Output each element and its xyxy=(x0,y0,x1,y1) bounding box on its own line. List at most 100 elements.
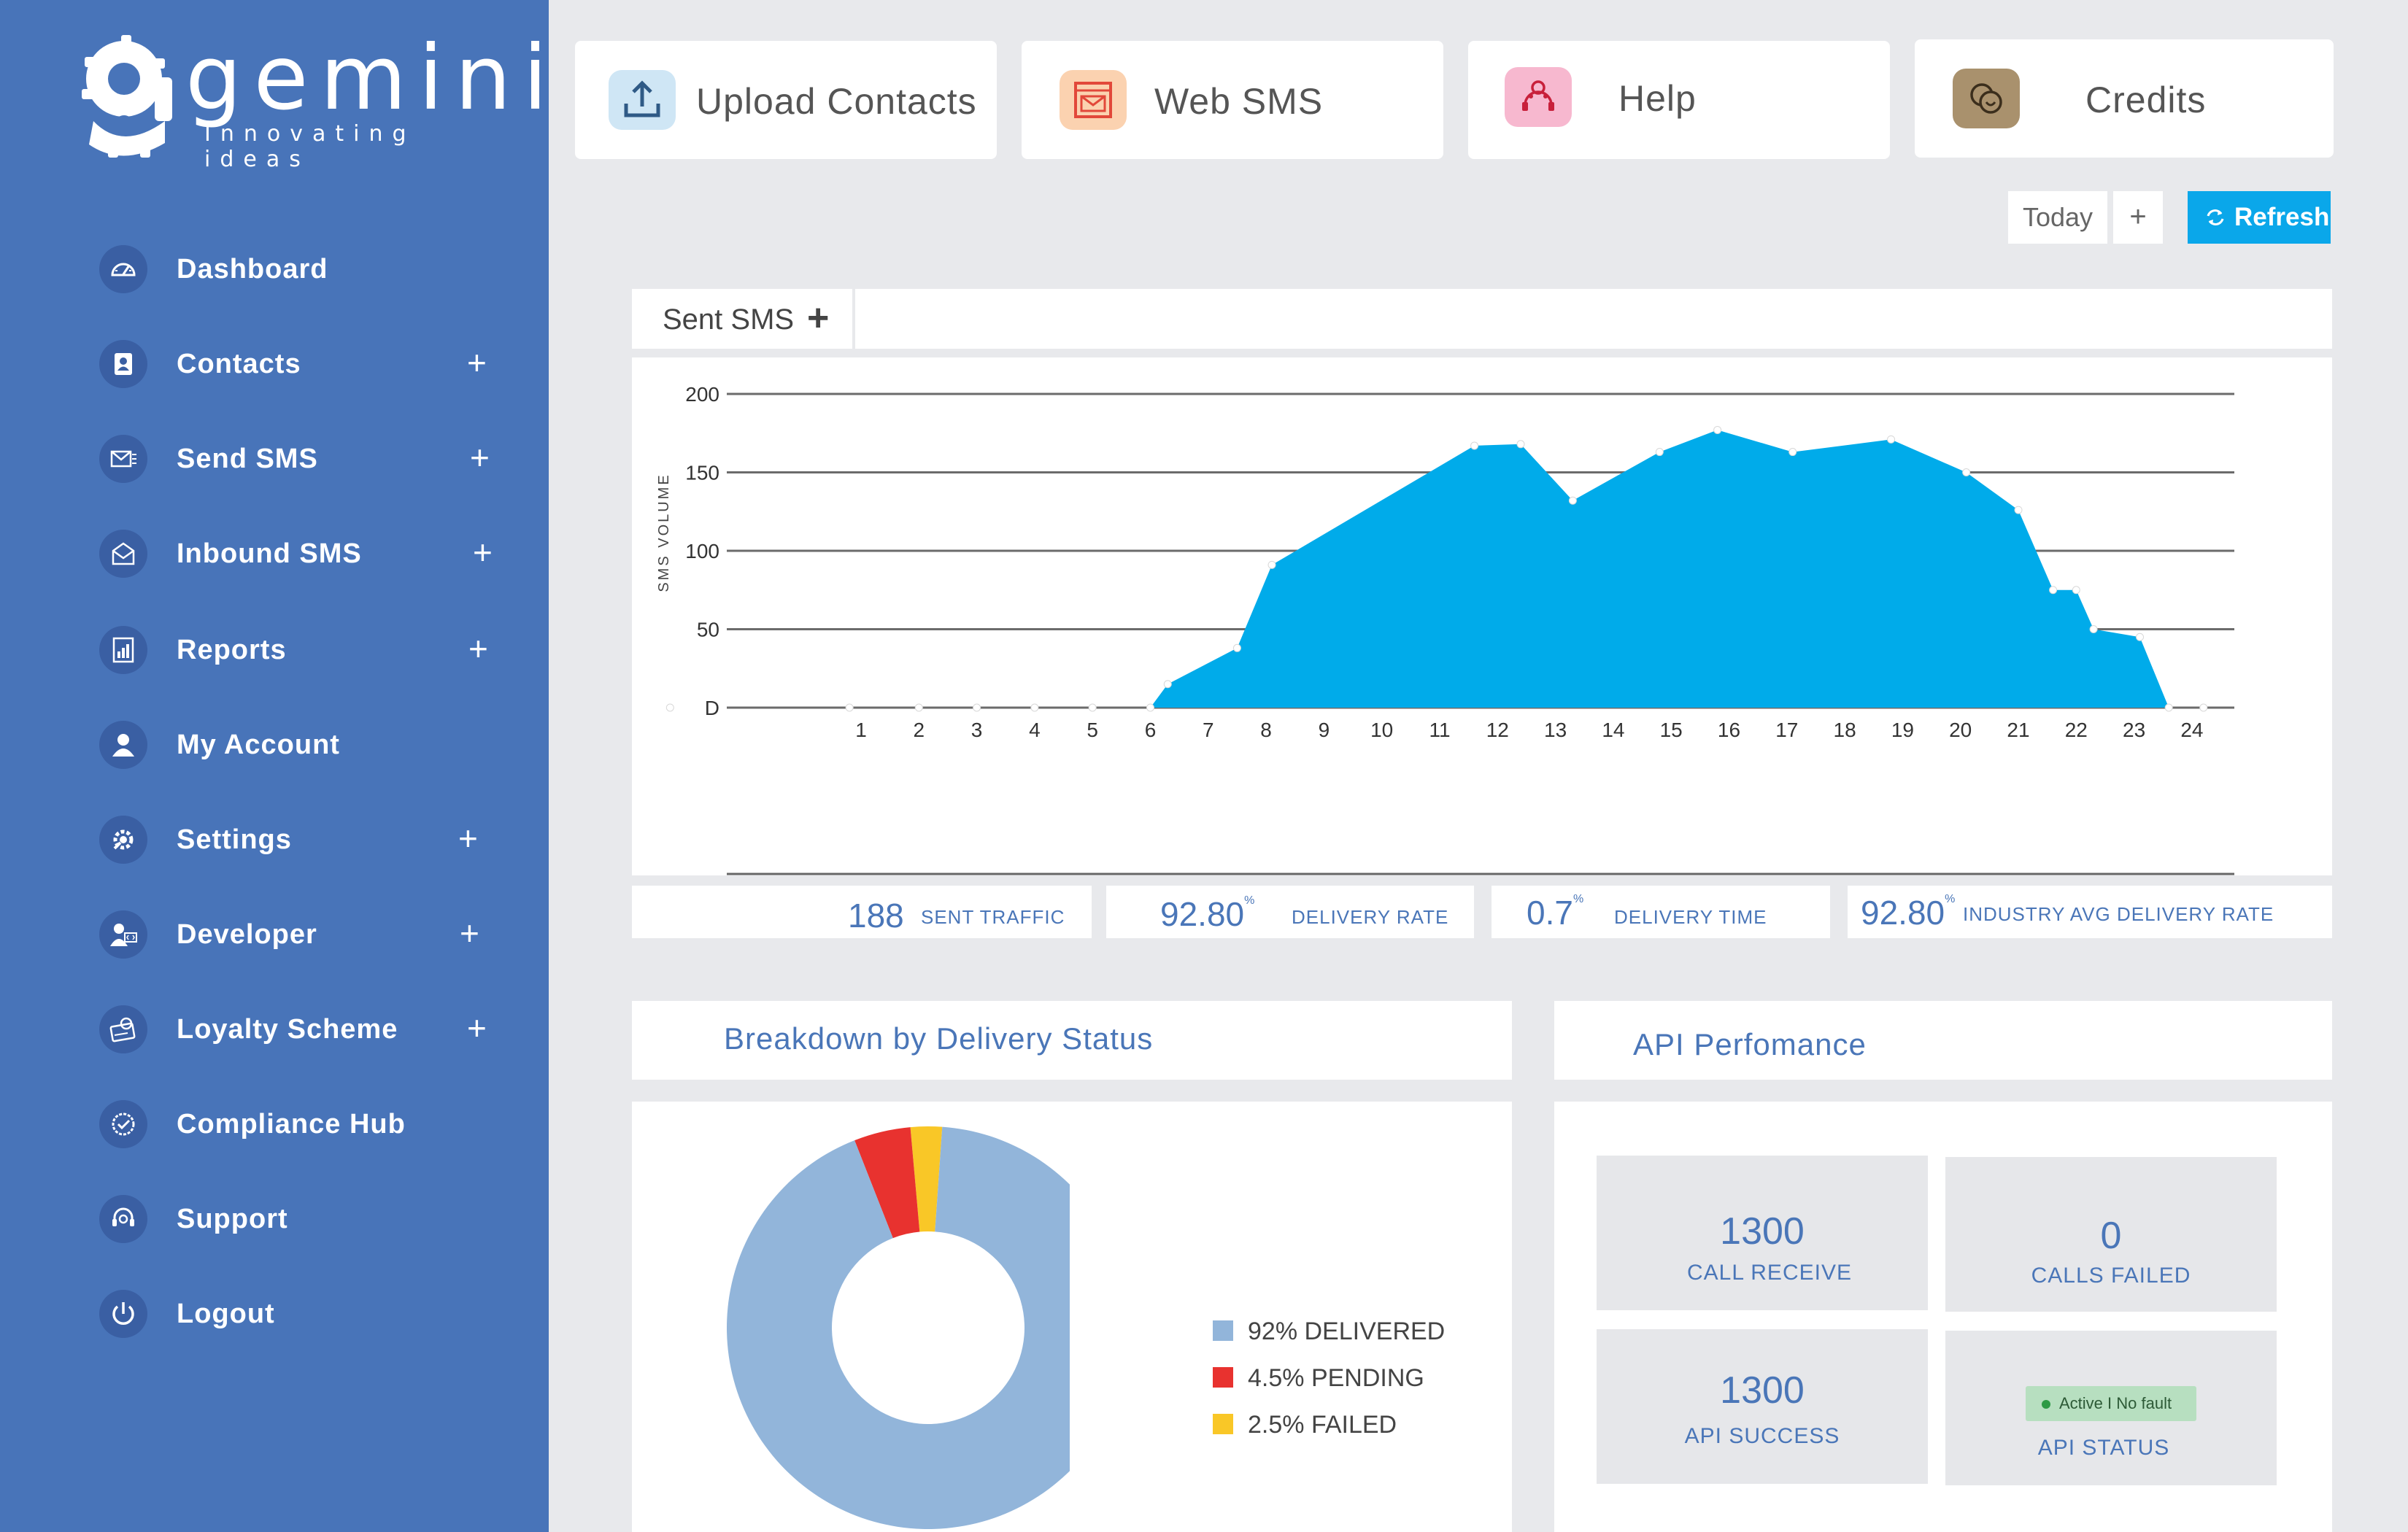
data-point[interactable] xyxy=(1568,496,1577,505)
data-point[interactable] xyxy=(2199,703,2208,712)
quick-action-label: Web SMS xyxy=(1154,81,1324,122)
sidebar-item-label: My Account xyxy=(177,730,340,760)
data-point[interactable] xyxy=(2049,586,2058,595)
data-point[interactable] xyxy=(1030,703,1039,712)
sidebar-item-label: Compliance Hub xyxy=(177,1109,406,1140)
expand-plus-icon[interactable]: + xyxy=(468,629,488,668)
api-panel-header: API Perfomance xyxy=(1554,1001,2332,1080)
data-point[interactable] xyxy=(973,703,981,712)
stat-value: 92.80% xyxy=(1160,894,1255,933)
x-tick-label: 2 xyxy=(914,719,925,741)
sidebar-item-dashboard[interactable]: Dashboard xyxy=(0,232,549,305)
data-point[interactable] xyxy=(1088,703,1097,712)
sidebar-item-reports[interactable]: Reports + xyxy=(0,613,549,686)
x-tick-label: 13 xyxy=(1544,719,1567,741)
credits-button[interactable]: Credits xyxy=(1915,39,2334,158)
data-point[interactable] xyxy=(1788,448,1797,457)
data-point[interactable] xyxy=(1267,560,1276,569)
api-label: API STATUS xyxy=(2037,1436,2170,1460)
refresh-button[interactable]: Refresh xyxy=(2188,191,2331,244)
data-point[interactable] xyxy=(1470,441,1479,450)
help-button[interactable]: Help xyxy=(1468,41,1890,159)
data-point[interactable] xyxy=(2089,625,2098,633)
x-tick-label: 6 xyxy=(1145,719,1157,741)
stat-label: DELIVERY RATE xyxy=(1292,906,1449,928)
help-support-icon xyxy=(1505,67,1572,127)
send-mail-icon xyxy=(99,435,147,483)
api-label: API SUCCESS xyxy=(1684,1424,1840,1448)
data-point[interactable] xyxy=(665,703,674,712)
y-tick-label: 50 xyxy=(697,619,719,641)
y-tick-label: D xyxy=(705,697,719,719)
legend-swatch xyxy=(1213,1414,1233,1434)
web-window-icon xyxy=(1060,70,1127,130)
sidebar-item-label: Dashboard xyxy=(177,254,328,285)
legend-label: 2.5% FAILED xyxy=(1248,1411,1397,1439)
loyalty-icon xyxy=(99,1005,147,1053)
coins-icon xyxy=(1953,69,2020,128)
data-point[interactable] xyxy=(1232,643,1241,652)
web-sms-button[interactable]: Web SMS xyxy=(1022,41,1443,159)
refresh-label: Refresh xyxy=(2234,203,2330,231)
dashboard-gauge-icon xyxy=(99,245,147,293)
breakdown-panel-header: Breakdown by Delivery Status xyxy=(632,1001,1512,1080)
sidebar-item-send-sms[interactable]: Send SMS + xyxy=(0,422,549,495)
brand-logo[interactable]: gemini Innovating ideas xyxy=(79,34,547,172)
api-panel: 1300 CALL RECEIVE 0 CALLS FAILED 1300 AP… xyxy=(1554,1102,2332,1532)
api-label: CALLS FAILED xyxy=(2031,1264,2191,1288)
sidebar-item-label: Reports xyxy=(177,635,287,665)
add-range-button[interactable]: + xyxy=(2113,191,2163,244)
data-point[interactable] xyxy=(1163,680,1172,689)
sidebar-item-label: Send SMS xyxy=(177,444,318,474)
add-tab-plus-icon[interactable]: + xyxy=(807,296,829,340)
data-point[interactable] xyxy=(1146,703,1154,712)
data-point[interactable] xyxy=(1516,440,1525,449)
api-box-call-receive: 1300 CALL RECEIVE xyxy=(1597,1156,1928,1310)
data-point[interactable] xyxy=(1962,468,1971,476)
upload-icon xyxy=(609,70,676,130)
upload-contacts-button[interactable]: Upload Contacts xyxy=(575,41,997,159)
expand-plus-icon[interactable]: + xyxy=(470,438,490,477)
tab-sent-sms[interactable]: Sent SMS + xyxy=(632,289,855,349)
status-dot-icon xyxy=(2042,1400,2050,1409)
expand-plus-icon[interactable]: + xyxy=(458,819,478,858)
x-tick-label: 4 xyxy=(1029,719,1041,741)
sidebar-item-compliance-hub[interactable]: Compliance Hub xyxy=(0,1087,549,1160)
data-point[interactable] xyxy=(914,703,923,712)
data-point[interactable] xyxy=(1713,425,1722,434)
sidebar-item-my-account[interactable]: My Account xyxy=(0,708,549,781)
api-value: 0 xyxy=(2100,1215,2122,1257)
sidebar-item-developer[interactable]: Developer + xyxy=(0,897,549,970)
user-icon xyxy=(99,721,147,769)
x-tick-label: 7 xyxy=(1203,719,1214,741)
x-tick-label: 8 xyxy=(1260,719,1272,741)
power-icon xyxy=(99,1290,147,1338)
sidebar-item-support[interactable]: Support xyxy=(0,1182,549,1255)
sidebar-item-inbound-sms[interactable]: Inbound SMS + xyxy=(0,517,549,589)
expand-plus-icon[interactable]: + xyxy=(460,913,479,953)
stat-label: SENT TRAFFIC xyxy=(921,906,1065,928)
sidebar-item-logout[interactable]: Logout xyxy=(0,1277,549,1350)
data-point[interactable] xyxy=(2014,506,2023,514)
stat-label: INDUSTRY AVG DELIVERY RATE xyxy=(1963,903,2274,925)
expand-plus-icon[interactable]: + xyxy=(473,533,493,572)
data-point[interactable] xyxy=(1655,448,1664,457)
expand-plus-icon[interactable]: + xyxy=(467,1008,487,1048)
today-button[interactable]: Today xyxy=(2008,191,2107,244)
data-point[interactable] xyxy=(2164,703,2173,712)
api-label: CALL RECEIVE xyxy=(1687,1261,1852,1285)
y-axis-label: SMS VOLUME xyxy=(656,473,672,592)
data-point[interactable] xyxy=(1887,435,1896,444)
data-point[interactable] xyxy=(2136,632,2145,641)
sidebar-item-label: Logout xyxy=(177,1299,275,1329)
sidebar-item-settings[interactable]: Settings + xyxy=(0,802,549,875)
data-point[interactable] xyxy=(2072,586,2080,595)
sidebar-item-loyalty-scheme[interactable]: Loyalty Scheme + xyxy=(0,992,549,1065)
expand-plus-icon[interactable]: + xyxy=(467,343,487,382)
data-point[interactable] xyxy=(845,703,854,712)
sidebar-item-contacts[interactable]: Contacts + xyxy=(0,327,549,400)
x-tick-label: 17 xyxy=(1775,719,1798,741)
stat-delivery-rate: 92.80% DELIVERY RATE xyxy=(1106,886,1474,938)
stat-value: 188 xyxy=(848,897,904,935)
api-value: 1300 xyxy=(1720,1210,1805,1253)
